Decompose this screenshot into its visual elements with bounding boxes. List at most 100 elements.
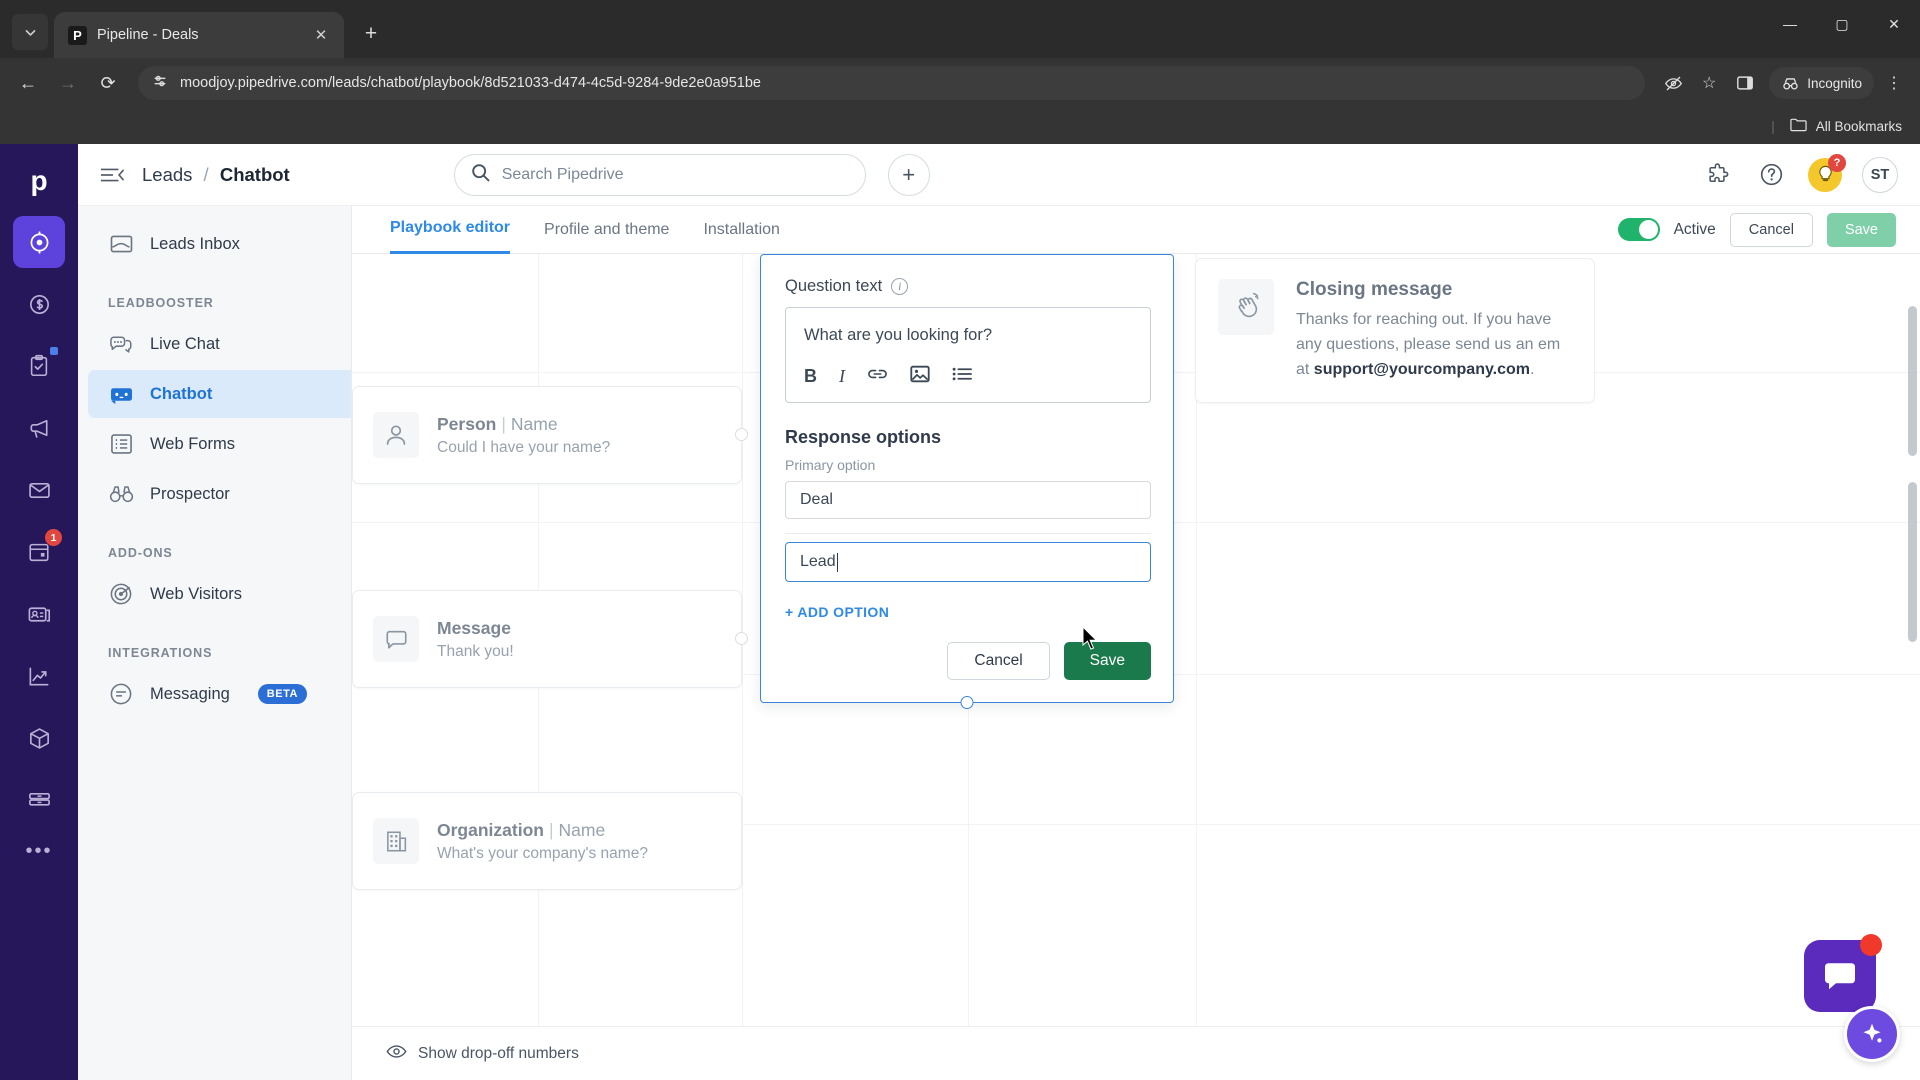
sidebar-item-web-visitors[interactable]: Web Visitors — [88, 570, 351, 618]
closing-card-text: Closing message Thanks for reaching out.… — [1296, 279, 1572, 382]
response-option-value: Lead — [800, 553, 836, 570]
address-bar[interactable]: moodjoy.pipedrive.com/leads/chatbot/play… — [138, 66, 1646, 100]
italic-icon[interactable]: I — [839, 366, 845, 387]
node-organization-name[interactable]: Organization | Name What's your company's … — [352, 792, 742, 890]
minimize-icon[interactable]: — — [1764, 0, 1816, 48]
closing-support-email: support@yourcompany.com — [1313, 360, 1531, 378]
add-button[interactable]: + — [887, 153, 930, 196]
response-option-input-secondary[interactable]: Lead — [785, 542, 1151, 582]
inbox-icon — [108, 234, 134, 254]
sidebar-item-messaging[interactable]: Messaging BETA — [88, 670, 351, 718]
node-connector-dot[interactable] — [735, 632, 748, 645]
panel-cancel-button[interactable]: Cancel — [947, 642, 1050, 680]
new-tab-icon[interactable]: + — [354, 17, 388, 51]
show-drop-off-numbers-label[interactable]: Show drop-off numbers — [418, 1045, 579, 1063]
avatar[interactable]: ST — [1862, 156, 1898, 193]
rail-item-calendar[interactable]: 1 — [13, 526, 65, 578]
rail-item-activities[interactable] — [13, 340, 65, 392]
question-rich-text-editor[interactable]: What are you looking for? B I — [785, 307, 1151, 403]
search-area: Search Pipedrive — [453, 153, 866, 196]
node-person-name[interactable]: Person | Name Could I have your name? — [352, 386, 748, 484]
tab-installation[interactable]: Installation — [703, 206, 780, 254]
sidebar-item-label: Chatbot — [150, 384, 213, 403]
rail-item-mail[interactable] — [13, 464, 65, 516]
info-icon[interactable]: i — [891, 278, 909, 295]
question-text-value[interactable]: What are you looking for? — [786, 308, 1150, 365]
collapse-sidebar-icon[interactable] — [100, 166, 130, 184]
active-toggle-label: Active — [1673, 220, 1716, 238]
text-caret — [836, 552, 838, 572]
maximize-icon[interactable]: ▢ — [1816, 0, 1868, 48]
bold-icon[interactable]: B — [804, 366, 817, 387]
search-input[interactable]: Search Pipedrive — [453, 153, 866, 196]
apps-icon[interactable] — [1700, 158, 1734, 192]
window-close-icon[interactable]: ✕ — [1868, 0, 1920, 48]
bullet-list-icon[interactable] — [952, 366, 973, 387]
eye-off-icon[interactable] — [1657, 67, 1689, 99]
assistant-button[interactable] — [1844, 1006, 1900, 1062]
response-option-input-primary[interactable]: Deal — [785, 481, 1151, 519]
sidebar-item-live-chat[interactable]: Live Chat — [88, 320, 351, 368]
sidebar-item-web-forms[interactable]: Web Forms — [88, 420, 351, 468]
node-subtitle: Thank you! — [437, 642, 514, 660]
node-title-separator: | — [501, 413, 506, 434]
image-icon[interactable] — [910, 365, 930, 388]
sidebar-item-prospector[interactable]: Prospector — [88, 470, 351, 518]
rail-item-deals[interactable] — [13, 278, 65, 330]
browser-menu-icon[interactable]: ⋮ — [1878, 67, 1910, 99]
rail-item-products[interactable] — [13, 712, 65, 764]
pipedrive-logo-icon[interactable]: p — [16, 158, 62, 204]
panel-save-button[interactable]: Save — [1063, 642, 1151, 680]
flow-canvas[interactable]: Person | Name Could I have your name? Me… — [352, 254, 1920, 1080]
tab-strip: P Pipeline - Deals ✕ + — [0, 0, 1920, 58]
back-icon[interactable]: ← — [10, 65, 46, 101]
bookmark-star-icon[interactable]: ☆ — [1693, 67, 1725, 99]
calendar-badge: 1 — [45, 529, 62, 546]
topbar-actions: ? ST — [1700, 153, 1898, 193]
global-rail-nav: p 1 ••• — [0, 144, 78, 1080]
panel-connector-dot[interactable] — [960, 696, 974, 709]
forward-icon[interactable]: → — [50, 65, 86, 101]
tab-search-icon[interactable] — [12, 14, 48, 50]
reload-icon[interactable]: ⟳ — [90, 65, 126, 101]
option-divider — [785, 533, 1151, 534]
pipedrive-app: p 1 ••• Leads / Chatbot Search Pipedrive… — [0, 144, 1920, 1080]
breadcrumb-parent[interactable]: Leads — [142, 164, 192, 185]
card-closing-message[interactable]: Closing message Thanks for reaching out.… — [1195, 258, 1595, 404]
node-connector-dot[interactable] — [735, 428, 748, 441]
help-icon[interactable] — [1754, 158, 1788, 192]
search-icon — [471, 163, 490, 187]
rail-item-marketplace[interactable] — [13, 774, 65, 826]
speech-bubble-icon — [373, 616, 419, 662]
close-icon[interactable]: ✕ — [310, 24, 332, 46]
tips-icon[interactable]: ? — [1808, 153, 1846, 192]
editor-cancel-button[interactable]: Cancel — [1729, 212, 1813, 247]
all-bookmarks-label[interactable]: All Bookmarks — [1816, 119, 1902, 134]
primary-option-label: Primary option — [785, 457, 876, 473]
incognito-indicator[interactable]: Incognito — [1769, 67, 1874, 99]
rail-more-icon[interactable]: ••• — [25, 840, 52, 863]
side-panel-icon[interactable] — [1729, 67, 1761, 99]
add-option-button[interactable]: + ADD OPTION — [785, 604, 1151, 620]
editor-save-button[interactable]: Save — [1826, 212, 1896, 247]
active-toggle[interactable] — [1617, 218, 1660, 241]
canvas-vertical-scrollbar[interactable] — [1907, 306, 1918, 1034]
tab-profile-and-theme[interactable]: Profile and theme — [544, 206, 669, 254]
sidebar-item-leads-inbox[interactable]: Leads Inbox — [88, 220, 351, 268]
rte-toolbar: B I — [786, 365, 1150, 402]
rail-item-campaigns[interactable] — [13, 402, 65, 454]
node-message[interactable]: Message Thank you! — [352, 590, 748, 688]
link-icon[interactable] — [867, 367, 888, 386]
scrollbar-thumb[interactable] — [1908, 306, 1917, 456]
notification-dot — [50, 347, 58, 355]
node-title-main: Organization — [437, 819, 544, 840]
chat-widget-button[interactable] — [1804, 934, 1882, 1012]
rail-item-contacts[interactable] — [13, 588, 65, 640]
rail-item-insights[interactable] — [13, 650, 65, 702]
rail-item-leads[interactable] — [13, 216, 65, 268]
scrollbar-thumb-secondary[interactable] — [1908, 482, 1917, 642]
sidebar-item-chatbot[interactable]: Chatbot — [88, 370, 351, 418]
site-settings-icon[interactable] — [152, 73, 168, 94]
browser-tab[interactable]: P Pipeline - Deals ✕ — [54, 12, 344, 58]
tab-playbook-editor[interactable]: Playbook editor — [390, 206, 511, 254]
